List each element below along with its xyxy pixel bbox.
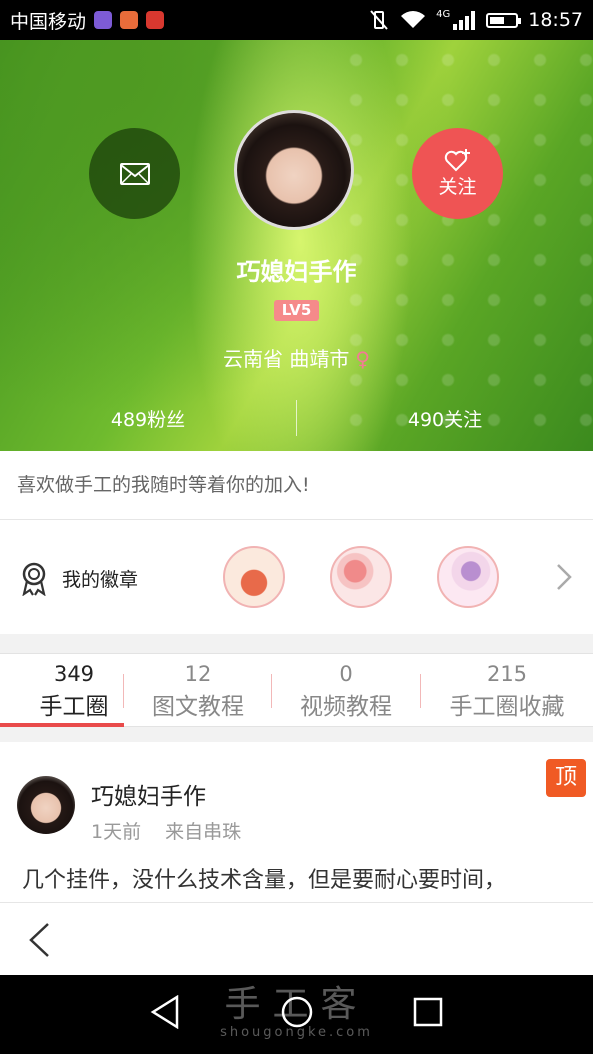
tab-label: 手工圈收藏 [449,694,565,720]
tab-video-tutorials[interactable]: 0 视频教程 [272,662,420,721]
nav-back-icon[interactable] [150,995,180,1029]
tab-illustrated-tutorials[interactable]: 12 图文教程 [124,662,272,721]
post-source: 来自串珠 [165,821,242,843]
active-tab-indicator [0,723,124,727]
post-time: 1天前 [91,821,142,843]
heart-plus-icon [444,149,470,172]
follow-button[interactable]: 关注 [412,128,503,219]
tab-label: 图文教程 [152,694,244,720]
content-tabs: 349 手工圈 12 图文教程 0 视频教程 215 手工圈收藏 [0,653,593,727]
signal-icon [453,11,476,30]
tab-label: 视频教程 [300,694,392,720]
tab-separator [420,674,421,708]
tab-count: 12 [184,662,212,686]
tab-count: 215 [486,662,528,686]
profile-location: 云南省 曲靖市 ♀ [0,343,593,372]
female-icon: ♀ [355,347,370,371]
pinned-tag: 顶 [546,759,586,797]
tab-favorites[interactable]: 215 手工圈收藏 [433,662,581,721]
medal-icon [22,562,46,596]
app-notification-icon [120,11,139,29]
badges-section[interactable]: 我的徽章 [0,520,593,634]
balloons-badge[interactable] [330,546,392,608]
nav-recents-icon[interactable] [413,995,443,1029]
profile-header: 关注 巧媳妇手作 LV5 云南省 曲靖市 ♀ 489粉丝 490关注 [0,40,593,451]
huawei-notification-icon [146,11,165,29]
wifi-icon [401,11,426,28]
battery-icon [486,12,522,28]
status-bar: 中国移动 4G 18:57 [0,0,593,40]
nav-home-icon[interactable] [280,995,314,1029]
vibrate-off-icon [370,10,388,30]
fans-count[interactable]: 489粉丝 [0,405,296,432]
level-badge: LV5 [274,300,319,321]
bowl-badge[interactable] [223,546,285,608]
message-button[interactable] [89,128,180,219]
header-background-drops [333,40,593,451]
badges-title: 我的徽章 [62,569,139,591]
post-meta: 1天前 来自串珠 [91,817,241,844]
gallery-notification-icon [94,11,113,29]
post-card[interactable]: 巧媳妇手作 1天前 来自串珠 顶 几个挂件，没什么技术含量，但是要耐心要时间， [0,742,593,902]
following-count[interactable]: 490关注 [297,405,593,432]
profile-avatar[interactable] [234,110,354,230]
system-navigation-bar [0,975,593,1054]
carrier-name: 中国移动 [10,10,87,33]
network-type: 4G [436,8,451,20]
follow-label: 关注 [438,176,477,198]
back-icon[interactable] [26,921,52,959]
profile-username: 巧媳妇手作 [236,258,357,286]
profile-bio: 喜欢做手工的我随时等着你的加入! [0,451,593,520]
post-author-avatar[interactable] [17,776,75,834]
post-text: 几个挂件，没什么技术含量，但是要耐心要时间， [22,868,507,893]
location-text: 云南省 曲靖市 [222,347,350,371]
girl-badge[interactable] [437,546,499,608]
clock: 18:57 [528,9,583,31]
post-author-name[interactable]: 巧媳妇手作 [91,777,206,811]
tab-count: 0 [339,662,353,686]
envelope-icon [119,162,150,185]
chevron-right-icon[interactable] [555,563,573,591]
bottom-action-bar [0,902,593,975]
